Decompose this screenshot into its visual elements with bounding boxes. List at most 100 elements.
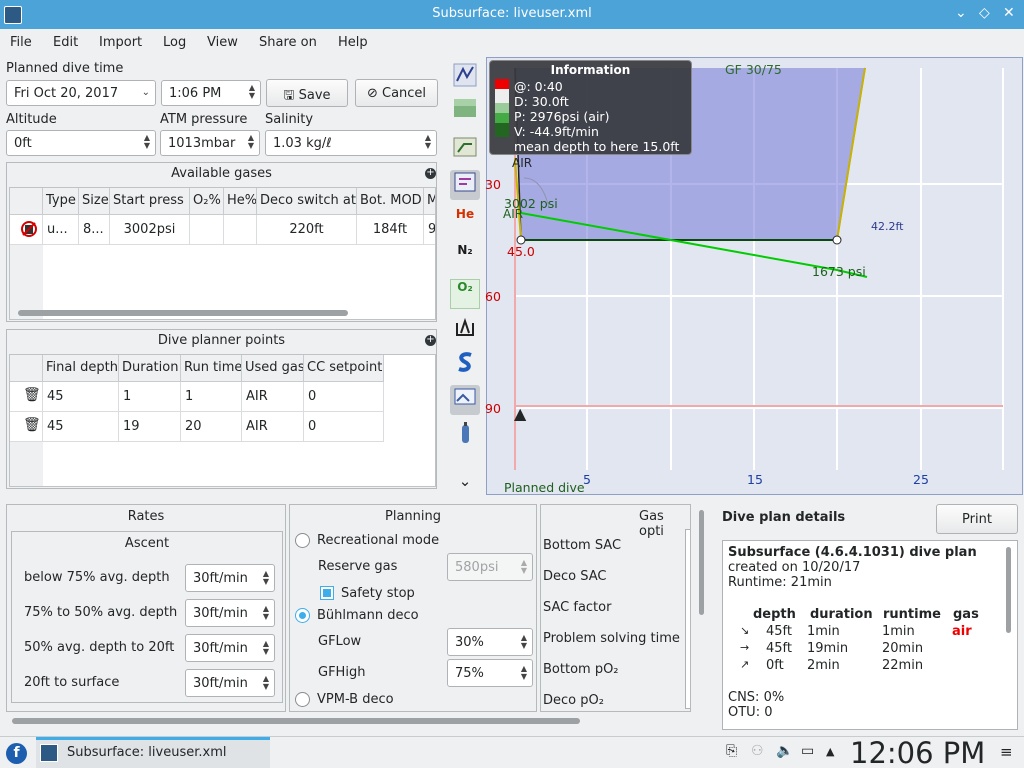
point-cell[interactable]: AIR [242, 412, 304, 442]
altitude-label: Altitude [6, 112, 57, 127]
delete-gas-icon[interactable] [10, 215, 43, 245]
menu-log[interactable]: Log [163, 35, 186, 50]
point-cell[interactable]: 0 [304, 412, 384, 442]
col-header[interactable]: He% [224, 188, 257, 215]
col-header[interactable]: CC setpoint [304, 355, 384, 382]
pictures-toolbar-button[interactable] [450, 385, 480, 415]
planner-horizontal-scrollbar[interactable] [12, 718, 580, 724]
date-value: Fri Oct 20, 2017 [14, 86, 119, 101]
n2-toolbar-button[interactable]: N₂ [450, 243, 480, 273]
date-field[interactable]: Fri Oct 20, 2017 ⌄ [6, 80, 156, 106]
planner-vertical-scrollbar[interactable] [699, 510, 704, 615]
gas-cell[interactable]: u... [43, 215, 79, 245]
col-header[interactable]: M [424, 188, 435, 215]
recreational-radio[interactable] [295, 533, 310, 548]
clock[interactable]: 12:06 PM [850, 736, 985, 768]
col-header[interactable]: Run time [181, 355, 242, 382]
planning-panel: Planning Recreational mode Reserve gas 5… [289, 504, 537, 712]
delete-point-icon[interactable]: 🗑 [10, 412, 43, 442]
task-item[interactable]: Subsurface: liveuser.xml [36, 737, 270, 768]
dive-profile-chart[interactable]: Information @: 0:40 D: 30.0ft P: 2976psi… [485, 57, 1023, 495]
buhlmann-radio[interactable] [295, 608, 310, 623]
col-header[interactable]: Size [79, 188, 110, 215]
col-header[interactable]: Type [43, 188, 79, 215]
display-icon[interactable]: ▭ [801, 743, 814, 759]
profile-toolbar-button[interactable] [450, 63, 480, 93]
add-point-icon[interactable]: + [425, 335, 436, 346]
gfhigh-input[interactable]: 75% ▲ ▼ [447, 659, 533, 687]
gas-cell[interactable]: 3002psi [110, 215, 190, 245]
he-toolbar-button[interactable]: He [450, 207, 480, 237]
menu-help[interactable]: Help [338, 35, 368, 50]
descend-icon: ↘ [740, 624, 750, 637]
cancel-button[interactable]: ⊘ Cancel [355, 79, 438, 107]
point-cell[interactable]: 0 [304, 382, 384, 412]
gas-label-air: AIR [503, 207, 524, 221]
volume-icon[interactable]: 🔈 [776, 743, 793, 759]
plan-scrollbar[interactable] [1006, 547, 1011, 633]
gas-cell[interactable]: 184ft [357, 215, 424, 245]
salinity-field[interactable]: 1.03 kg/ℓ ▲ ▼ [265, 130, 437, 156]
add-gas-icon[interactable]: + [425, 168, 436, 179]
menu-import[interactable]: Import [99, 35, 142, 50]
menu-file[interactable]: File [10, 35, 32, 50]
altitude-field[interactable]: 0ft ▲ ▼ [6, 130, 156, 156]
col-header[interactable]: Final depth [43, 355, 119, 382]
gas-cell[interactable] [190, 215, 224, 245]
reserve-input[interactable]: 580psi ▲ ▼ [447, 553, 533, 581]
tank-toolbar-button[interactable] [450, 421, 480, 451]
network-icon[interactable]: ⚇ [751, 743, 764, 759]
atm-field[interactable]: 1013mbar ▲ ▼ [160, 130, 260, 156]
rate-input[interactable]: 30ft/min ▲ ▼ [185, 599, 275, 627]
save-button[interactable]: 🖫 Save [266, 79, 348, 107]
delete-point-icon[interactable]: 🗑 [10, 382, 43, 412]
point-cell[interactable]: 19 [119, 412, 181, 442]
col-header[interactable]: O₂% [190, 188, 224, 215]
point-cell[interactable]: 45 [43, 412, 119, 442]
menu-share[interactable]: Share on [259, 35, 317, 50]
ceiling-toolbar-button[interactable] [450, 135, 480, 165]
minimize-icon[interactable]: ⌄ [955, 5, 967, 21]
col-header[interactable]: Duration [119, 355, 181, 382]
tray-expand-icon[interactable]: ▲ [826, 745, 834, 758]
info-time: @: 0:40 [514, 79, 563, 94]
point-cell[interactable]: 45 [43, 382, 119, 412]
menu-edit[interactable]: Edit [53, 35, 78, 50]
chevron-down-icon[interactable]: ⌄ [450, 472, 480, 502]
gas-option-inputs-edge[interactable] [685, 529, 690, 709]
vpm-radio[interactable] [295, 692, 310, 707]
col-header[interactable]: Start press [110, 188, 190, 215]
o2-toolbar-button[interactable]: O₂ [450, 279, 480, 309]
spin-arrows-icon: ▲ ▼ [520, 633, 527, 650]
point-cell[interactable]: AIR [242, 382, 304, 412]
clipboard-icon[interactable]: ⎘ [726, 743, 737, 759]
point-cell[interactable]: 1 [119, 382, 181, 412]
gas-cell[interactable] [224, 215, 257, 245]
gases-scrollbar[interactable] [18, 310, 348, 316]
heatmap-toolbar-button[interactable] [450, 98, 480, 128]
rate-input[interactable]: 30ft/min ▲ ▼ [185, 669, 275, 697]
print-button[interactable]: Print [936, 504, 1018, 534]
gflow-input[interactable]: 30% ▲ ▼ [447, 628, 533, 656]
maximize-icon[interactable]: ◇ [979, 5, 990, 21]
close-icon[interactable]: ✕ [1003, 5, 1015, 21]
launcher-icon[interactable]: f [6, 743, 27, 764]
gas-cell[interactable]: 8... [79, 215, 110, 245]
gas-cell[interactable]: 220ft [257, 215, 357, 245]
point-cell[interactable]: 20 [181, 412, 242, 442]
col-header[interactable]: Used gas [242, 355, 304, 382]
safety-stop-checkbox[interactable] [320, 586, 334, 600]
col-header[interactable]: Deco switch at [257, 188, 357, 215]
rate-input[interactable]: 30ft/min ▲ ▼ [185, 634, 275, 662]
menu-view[interactable]: View [207, 35, 238, 50]
menu-hamburger-icon[interactable]: ≡ [1000, 743, 1013, 761]
time-field[interactable]: 1:06 PM ▲ ▼ [161, 80, 261, 106]
col-header[interactable]: Bot. MOD [357, 188, 424, 215]
point-cell[interactable]: 1 [181, 382, 242, 412]
ruler-toolbar-button[interactable] [450, 315, 480, 345]
depth-tick-90: 90 [485, 401, 501, 416]
scale-toolbar-button[interactable] [450, 350, 480, 380]
calculated-ceiling-button[interactable] [450, 170, 480, 200]
gas-cell[interactable]: 98 [424, 215, 435, 245]
rate-input[interactable]: 30ft/min ▲ ▼ [185, 564, 275, 592]
